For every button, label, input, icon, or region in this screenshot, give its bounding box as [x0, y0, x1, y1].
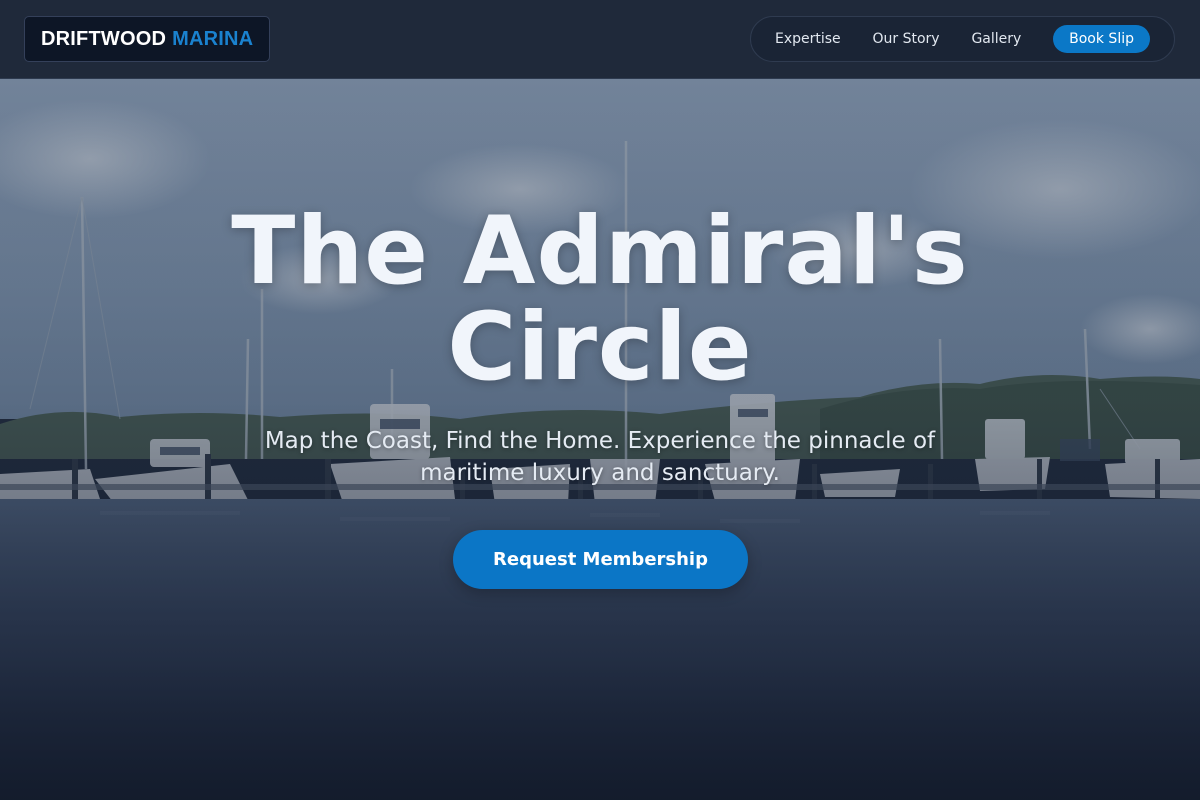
- page: DRIFTWOOD MARINA Expertise Our Story Gal…: [0, 0, 1200, 800]
- main-nav: Expertise Our Story Gallery Book Slip: [750, 16, 1175, 62]
- hero-title-line-1: The Admiral's: [231, 197, 969, 306]
- site-header: DRIFTWOOD MARINA Expertise Our Story Gal…: [0, 0, 1200, 79]
- request-membership-button[interactable]: Request Membership: [453, 530, 748, 589]
- book-slip-button[interactable]: Book Slip: [1053, 25, 1150, 53]
- hero-subtitle-line-2: maritime luxury and sanctuary.: [420, 460, 780, 486]
- logo[interactable]: DRIFTWOOD MARINA: [24, 16, 271, 62]
- nav-link-expertise[interactable]: Expertise: [775, 31, 841, 47]
- nav-link-our-story[interactable]: Our Story: [873, 31, 940, 47]
- logo-text-accent: MARINA: [172, 27, 254, 50]
- hero-subtitle-line-1: Map the Coast, Find the Home. Experience…: [264, 428, 936, 454]
- hero-subtitle: Map the Coast, Find the Home. Experience…: [220, 425, 980, 489]
- hero-section: The Admiral's Circle Map the Coast, Find…: [0, 79, 1200, 800]
- logo-text-primary: DRIFTWOOD: [41, 27, 167, 50]
- hero-title-line-2: Circle: [447, 293, 753, 402]
- nav-link-gallery[interactable]: Gallery: [971, 31, 1021, 47]
- hero-title: The Admiral's Circle: [150, 204, 1050, 396]
